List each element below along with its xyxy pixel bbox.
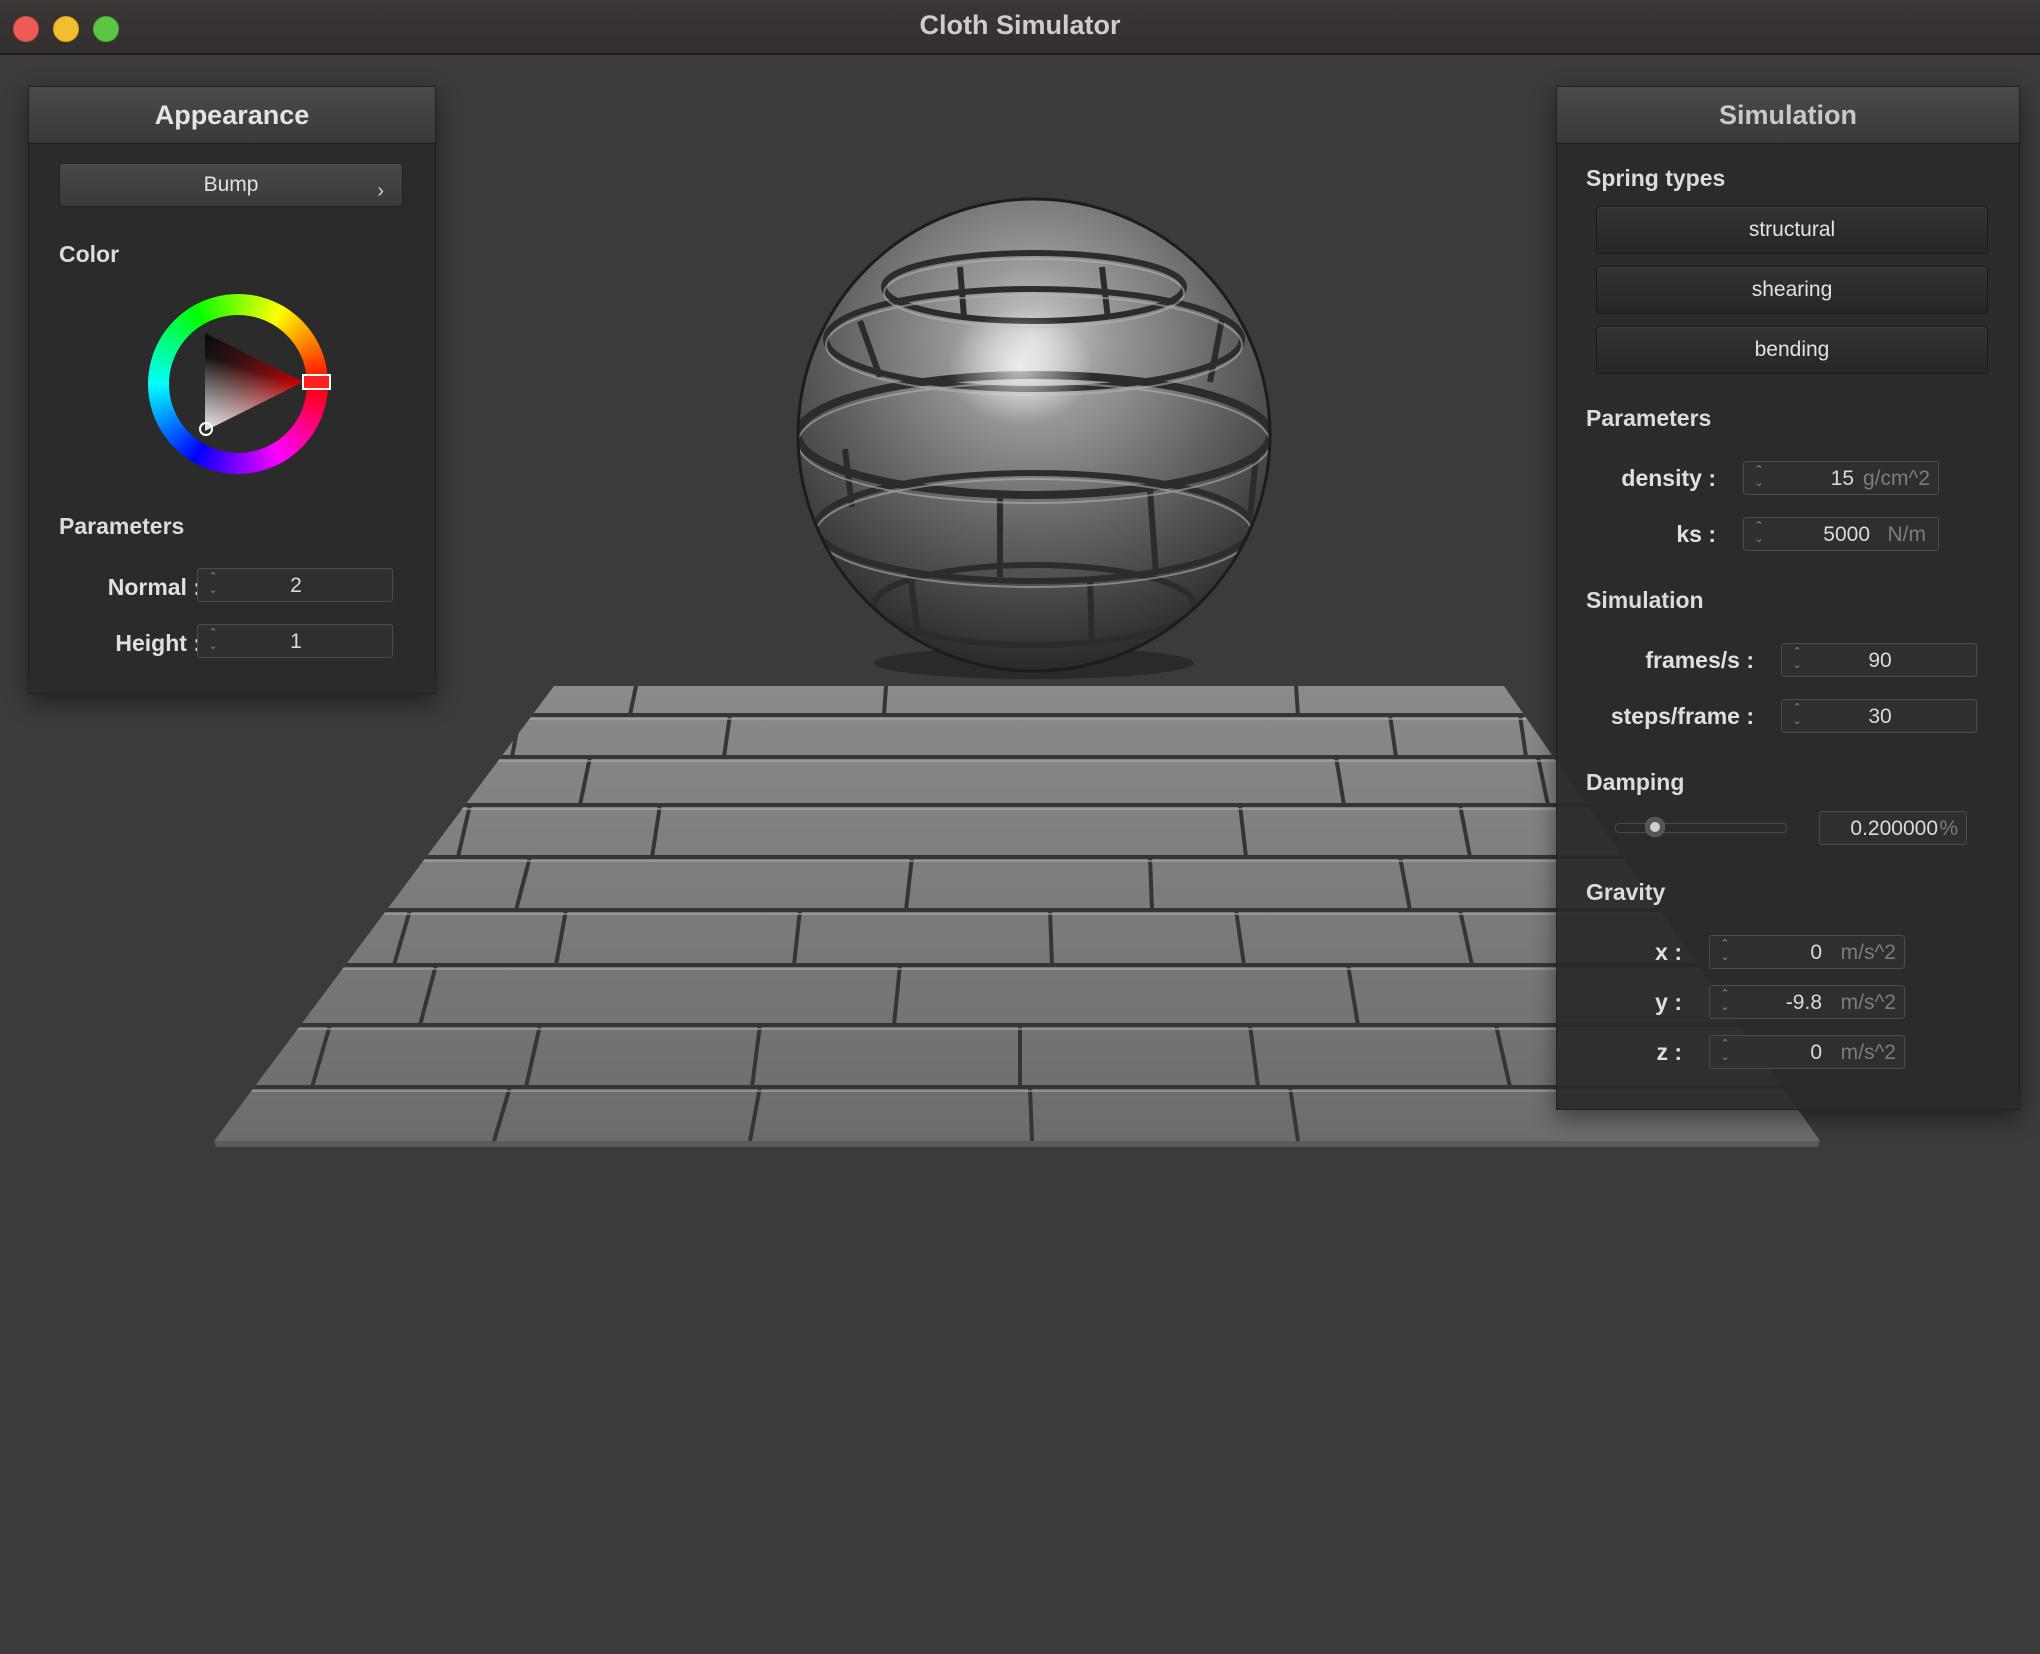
damping-section-label: Damping [1586, 769, 1685, 795]
collision-sphere [796, 197, 1272, 673]
bending-label: bending [1754, 338, 1830, 361]
shearing-label: shearing [1751, 278, 1833, 301]
gravity-y-label: y : [1655, 989, 1682, 1015]
spring-types-label: Spring types [1586, 165, 1726, 191]
spinner-arrows-icon[interactable]: ⌃ ⌄ [1752, 520, 1766, 546]
ks-label: ks : [1676, 521, 1716, 547]
density-value: 15 [1830, 467, 1854, 490]
gravity-z-input[interactable]: ⌃ ⌄ 0 m/s^2 [1709, 1035, 1905, 1069]
spinner-arrows-icon[interactable]: ⌃ ⌄ [1718, 988, 1732, 1014]
color-wheel[interactable] [145, 291, 331, 477]
damping-value: 0.200000 [1850, 817, 1938, 840]
height-label: Height : [115, 630, 201, 656]
frames-per-second-input[interactable]: ⌃ ⌄ 90 [1781, 643, 1977, 677]
damping-slider-track [1615, 823, 1787, 833]
simulation-section-label: Simulation [1586, 587, 1704, 613]
gravity-z-value: 0 [1810, 1041, 1822, 1064]
gravity-y-value: -9.8 [1785, 991, 1822, 1014]
damping-input[interactable]: 0.200000 % [1819, 811, 1967, 845]
simulation-panel-title: Simulation [1557, 87, 2019, 144]
structural-toggle-button[interactable]: structural [1596, 206, 1988, 254]
gravity-z-label: z : [1656, 1039, 1682, 1065]
fps-value: 90 [1868, 649, 1892, 672]
normal-input[interactable]: ⌃ ⌄ 2 [197, 568, 393, 602]
gravity-x-input[interactable]: ⌃ ⌄ 0 m/s^2 [1709, 935, 1905, 969]
gravity-x-unit: m/s^2 [1840, 941, 1896, 964]
steps-per-frame-label: steps/frame : [1610, 703, 1754, 729]
gravity-x-label: x : [1655, 939, 1682, 965]
normal-value: 2 [290, 574, 302, 597]
density-unit: g/cm^2 [1862, 467, 1930, 490]
normal-label: Normal : [107, 574, 201, 600]
shearing-toggle-button[interactable]: shearing [1596, 266, 1988, 314]
steps-value: 30 [1868, 705, 1892, 728]
bending-toggle-button[interactable]: bending [1596, 326, 1988, 374]
shader-dropdown[interactable]: Bump › [59, 163, 403, 207]
appearance-panel-title: Appearance [29, 87, 435, 144]
ks-input[interactable]: ⌃ ⌄ 5000 N/m [1743, 517, 1939, 551]
appearance-panel: Appearance Bump › Color Parameters Norma… [28, 86, 436, 694]
gravity-x-value: 0 [1810, 941, 1822, 964]
shader-dropdown-value: Bump [203, 173, 259, 196]
title-bar: Cloth Simulator [0, 0, 2040, 55]
density-label: density : [1621, 465, 1716, 491]
density-input[interactable]: ⌃ ⌄ 15 g/cm^2 [1743, 461, 1939, 495]
steps-per-frame-input[interactable]: ⌃ ⌄ 30 [1781, 699, 1977, 733]
damping-slider[interactable] [1615, 817, 1787, 837]
gravity-y-unit: m/s^2 [1840, 991, 1896, 1014]
chevron-right-icon: › [377, 180, 384, 202]
appearance-parameters-label: Parameters [59, 513, 185, 539]
frames-per-second-label: frames/s : [1645, 647, 1754, 673]
structural-label: structural [1748, 218, 1836, 241]
ks-unit: N/m [1887, 523, 1927, 546]
spinner-arrows-icon[interactable]: ⌃ ⌄ [1718, 1038, 1732, 1064]
gravity-z-unit: m/s^2 [1840, 1041, 1896, 1064]
damping-unit: % [1939, 817, 1958, 840]
gravity-y-input[interactable]: ⌃ ⌄ -9.8 m/s^2 [1709, 985, 1905, 1019]
height-value: 1 [290, 630, 302, 653]
ks-value: 5000 [1823, 523, 1870, 546]
simulation-parameters-label: Parameters [1586, 405, 1712, 431]
damping-slider-knob[interactable] [1645, 817, 1665, 837]
height-input[interactable]: ⌃ ⌄ 1 [197, 624, 393, 658]
simulation-panel: Simulation Spring types structural shear… [1556, 86, 2020, 1110]
gravity-section-label: Gravity [1586, 879, 1666, 905]
color-section-label: Color [59, 241, 120, 267]
window-title: Cloth Simulator [919, 10, 1121, 40]
spinner-arrows-icon[interactable]: ⌃ ⌄ [1752, 464, 1766, 490]
spinner-arrows-icon[interactable]: ⌃ ⌄ [1718, 938, 1732, 964]
hue-handle [302, 374, 331, 390]
